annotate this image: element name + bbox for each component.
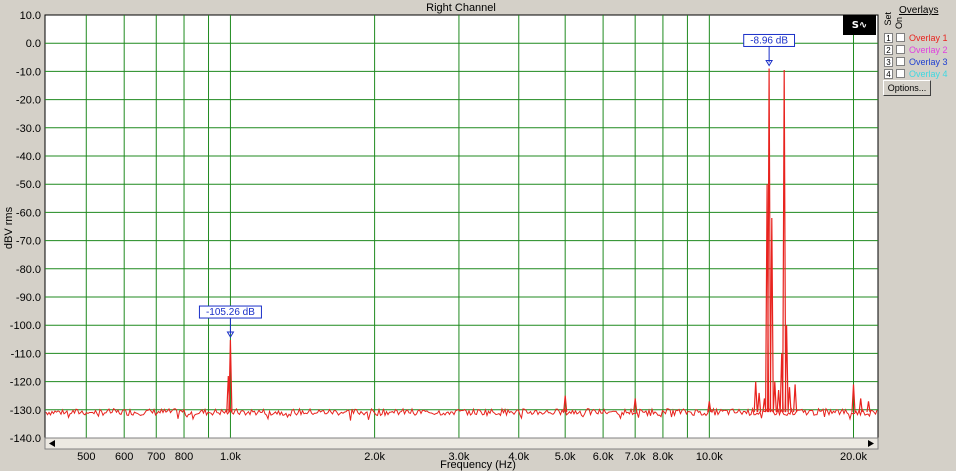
overlay-label-2: Overlay 2 bbox=[909, 44, 948, 55]
options-button[interactable]: Options... bbox=[883, 80, 931, 96]
y-tick-label: -30.0 bbox=[16, 123, 41, 135]
mode-icon: S∿ bbox=[851, 19, 868, 31]
overlay-row-3: 3 Overlay 3 bbox=[884, 56, 948, 67]
y-tick-label: -40.0 bbox=[16, 151, 41, 163]
overlay-set-button-3[interactable]: 3 bbox=[884, 56, 893, 67]
overlay-row-4: 4 Overlay 4 bbox=[884, 68, 948, 79]
set-column-label: Set bbox=[883, 12, 893, 26]
display-mode-button[interactable]: S∿ bbox=[843, 15, 876, 35]
y-tick-label: -70.0 bbox=[16, 236, 41, 248]
x-tick-label: 8.0k bbox=[653, 451, 674, 463]
overlay-checkbox-2[interactable] bbox=[896, 45, 905, 54]
y-tick-label: -90.0 bbox=[16, 292, 41, 304]
callout-label: -8.96 dB bbox=[750, 35, 788, 46]
y-tick-label: -130.0 bbox=[10, 405, 41, 417]
callout-label: -105.26 dB bbox=[206, 307, 255, 318]
on-column-label: On bbox=[894, 17, 904, 30]
y-tick-label: -50.0 bbox=[16, 179, 41, 191]
overlay-set-button-2[interactable]: 2 bbox=[884, 44, 893, 55]
x-tick-label: 500 bbox=[77, 451, 95, 463]
overlay-label-1: Overlay 1 bbox=[909, 32, 948, 43]
plot-area bbox=[44, 14, 879, 439]
x-tick-label: 1.0k bbox=[220, 451, 241, 463]
x-tick-label: 7.0k bbox=[625, 451, 646, 463]
overlay-label-4: Overlay 4 bbox=[909, 68, 948, 79]
overlay-set-button-1[interactable]: 1 bbox=[884, 32, 893, 43]
y-tick-label: -140.0 bbox=[10, 433, 41, 445]
y-tick-label: -120.0 bbox=[10, 377, 41, 389]
y-tick-label: -110.0 bbox=[11, 348, 41, 360]
x-tick-label: 700 bbox=[147, 451, 165, 463]
overlay-set-button-4[interactable]: 4 bbox=[884, 68, 893, 79]
overlay-panel: Overlays Set On 1 Overlay 1 2 Overlay 2 … bbox=[880, 0, 956, 471]
x-tick-label: 5.0k bbox=[555, 451, 576, 463]
chart-title: Right Channel bbox=[426, 2, 496, 14]
x-tick-label: 600 bbox=[115, 451, 133, 463]
spectrum-chart: Right Channel 10.0 0.0 -10.0 -20.0 -30.0 -40.… bbox=[3, 2, 879, 471]
x-scrollbar-track[interactable] bbox=[44, 437, 879, 450]
x-tick-label: 10.0k bbox=[696, 451, 723, 463]
x-tick-label: 20.0k bbox=[840, 451, 867, 463]
y-axis-label: dBV rms bbox=[3, 206, 15, 249]
overlay-checkbox-3[interactable] bbox=[896, 57, 905, 66]
x-axis-label: Frequency (Hz) bbox=[440, 459, 516, 471]
y-tick-label: -100.0 bbox=[10, 320, 41, 332]
y-tick-label: -20.0 bbox=[16, 95, 41, 107]
overlay-row-2: 2 Overlay 2 bbox=[884, 44, 948, 55]
y-tick-label: 0.0 bbox=[26, 38, 41, 50]
x-tick-label: 800 bbox=[175, 451, 193, 463]
overlay-checkbox-4[interactable] bbox=[896, 69, 905, 78]
overlay-checkbox-1[interactable] bbox=[896, 33, 905, 42]
x-tick-label: 2.0k bbox=[364, 451, 385, 463]
y-tick-label: -60.0 bbox=[16, 207, 41, 219]
y-tick-label: -10.0 bbox=[16, 66, 41, 78]
overlays-header: Overlays bbox=[899, 5, 939, 16]
overlay-label-3: Overlay 3 bbox=[909, 56, 948, 67]
x-tick-label: 6.0k bbox=[593, 451, 614, 463]
y-tick-label: 10.0 bbox=[20, 10, 41, 22]
overlay-row-1: 1 Overlay 1 bbox=[884, 32, 948, 43]
y-tick-label: -80.0 bbox=[16, 264, 41, 276]
